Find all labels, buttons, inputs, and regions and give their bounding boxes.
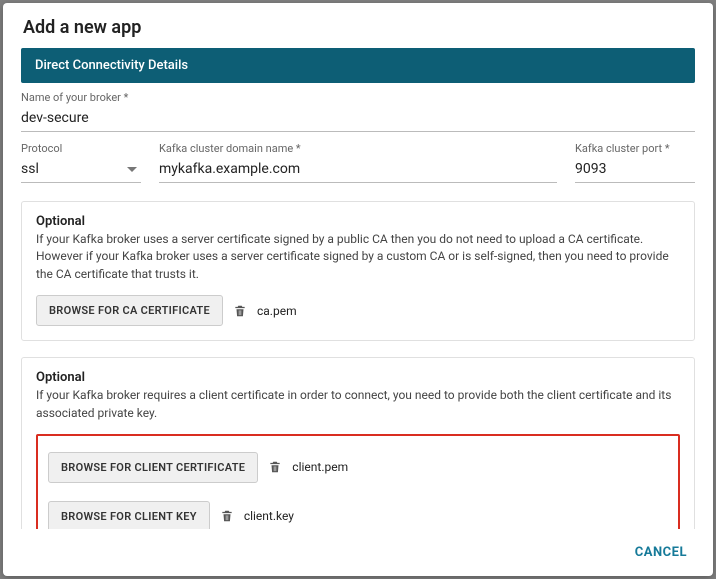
browse-client-cert-button[interactable]: BROWSE FOR CLIENT CERTIFICATE bbox=[48, 452, 258, 483]
broker-name-row: Name of your broker * bbox=[21, 83, 695, 134]
ca-file-row: BROWSE FOR CA CERTIFICATE ca.pem bbox=[36, 295, 680, 326]
ca-card-text: If your Kafka broker uses a server certi… bbox=[36, 231, 680, 283]
broker-name-field: Name of your broker * bbox=[21, 91, 695, 132]
port-field: Kafka cluster port * bbox=[575, 142, 695, 183]
client-card-title: Optional bbox=[36, 370, 680, 385]
protocol-value[interactable] bbox=[21, 157, 127, 182]
protocol-field: Protocol bbox=[21, 142, 141, 183]
browse-client-key-button[interactable]: BROWSE FOR CLIENT KEY bbox=[48, 501, 210, 529]
cancel-button[interactable]: CANCEL bbox=[631, 539, 691, 566]
trash-icon[interactable] bbox=[233, 303, 247, 319]
browse-ca-button[interactable]: BROWSE FOR CA CERTIFICATE bbox=[36, 295, 223, 326]
ca-certificate-card: Optional If your Kafka broker uses a ser… bbox=[21, 201, 695, 341]
section-header: Direct Connectivity Details bbox=[21, 48, 695, 83]
client-card-text: If your Kafka broker requires a client c… bbox=[36, 387, 680, 422]
client-key-row: BROWSE FOR CLIENT KEY client.key bbox=[48, 501, 668, 529]
domain-field: Kafka cluster domain name * bbox=[159, 142, 557, 183]
client-certificate-card: Optional If your Kafka broker requires a… bbox=[21, 357, 695, 529]
dialog-actions: CANCEL bbox=[3, 529, 713, 576]
ca-filename: ca.pem bbox=[257, 304, 297, 318]
dialog-title: Add a new app bbox=[3, 3, 713, 48]
add-app-dialog: Add a new app Direct Connectivity Detail… bbox=[3, 3, 713, 576]
domain-label: Kafka cluster domain name * bbox=[159, 142, 557, 155]
trash-icon[interactable] bbox=[268, 459, 282, 475]
chevron-down-icon bbox=[127, 167, 137, 172]
client-key-filename: client.key bbox=[244, 509, 294, 523]
trash-icon[interactable] bbox=[220, 508, 234, 524]
client-cert-highlight: BROWSE FOR CLIENT CERTIFICATE client.pem… bbox=[36, 434, 680, 529]
dialog-body: Direct Connectivity Details Name of your… bbox=[3, 48, 713, 529]
protocol-label: Protocol bbox=[21, 142, 141, 155]
client-cert-filename: client.pem bbox=[292, 460, 348, 474]
protocol-select[interactable] bbox=[21, 157, 141, 183]
port-label: Kafka cluster port * bbox=[575, 142, 695, 155]
ca-card-title: Optional bbox=[36, 214, 680, 229]
cluster-fields-row: Protocol Kafka cluster domain name * Kaf… bbox=[21, 134, 695, 185]
port-input[interactable] bbox=[575, 157, 695, 183]
broker-name-input[interactable] bbox=[21, 106, 695, 132]
broker-name-label: Name of your broker * bbox=[21, 91, 695, 104]
client-cert-row: BROWSE FOR CLIENT CERTIFICATE client.pem bbox=[48, 452, 668, 483]
domain-input[interactable] bbox=[159, 157, 557, 183]
